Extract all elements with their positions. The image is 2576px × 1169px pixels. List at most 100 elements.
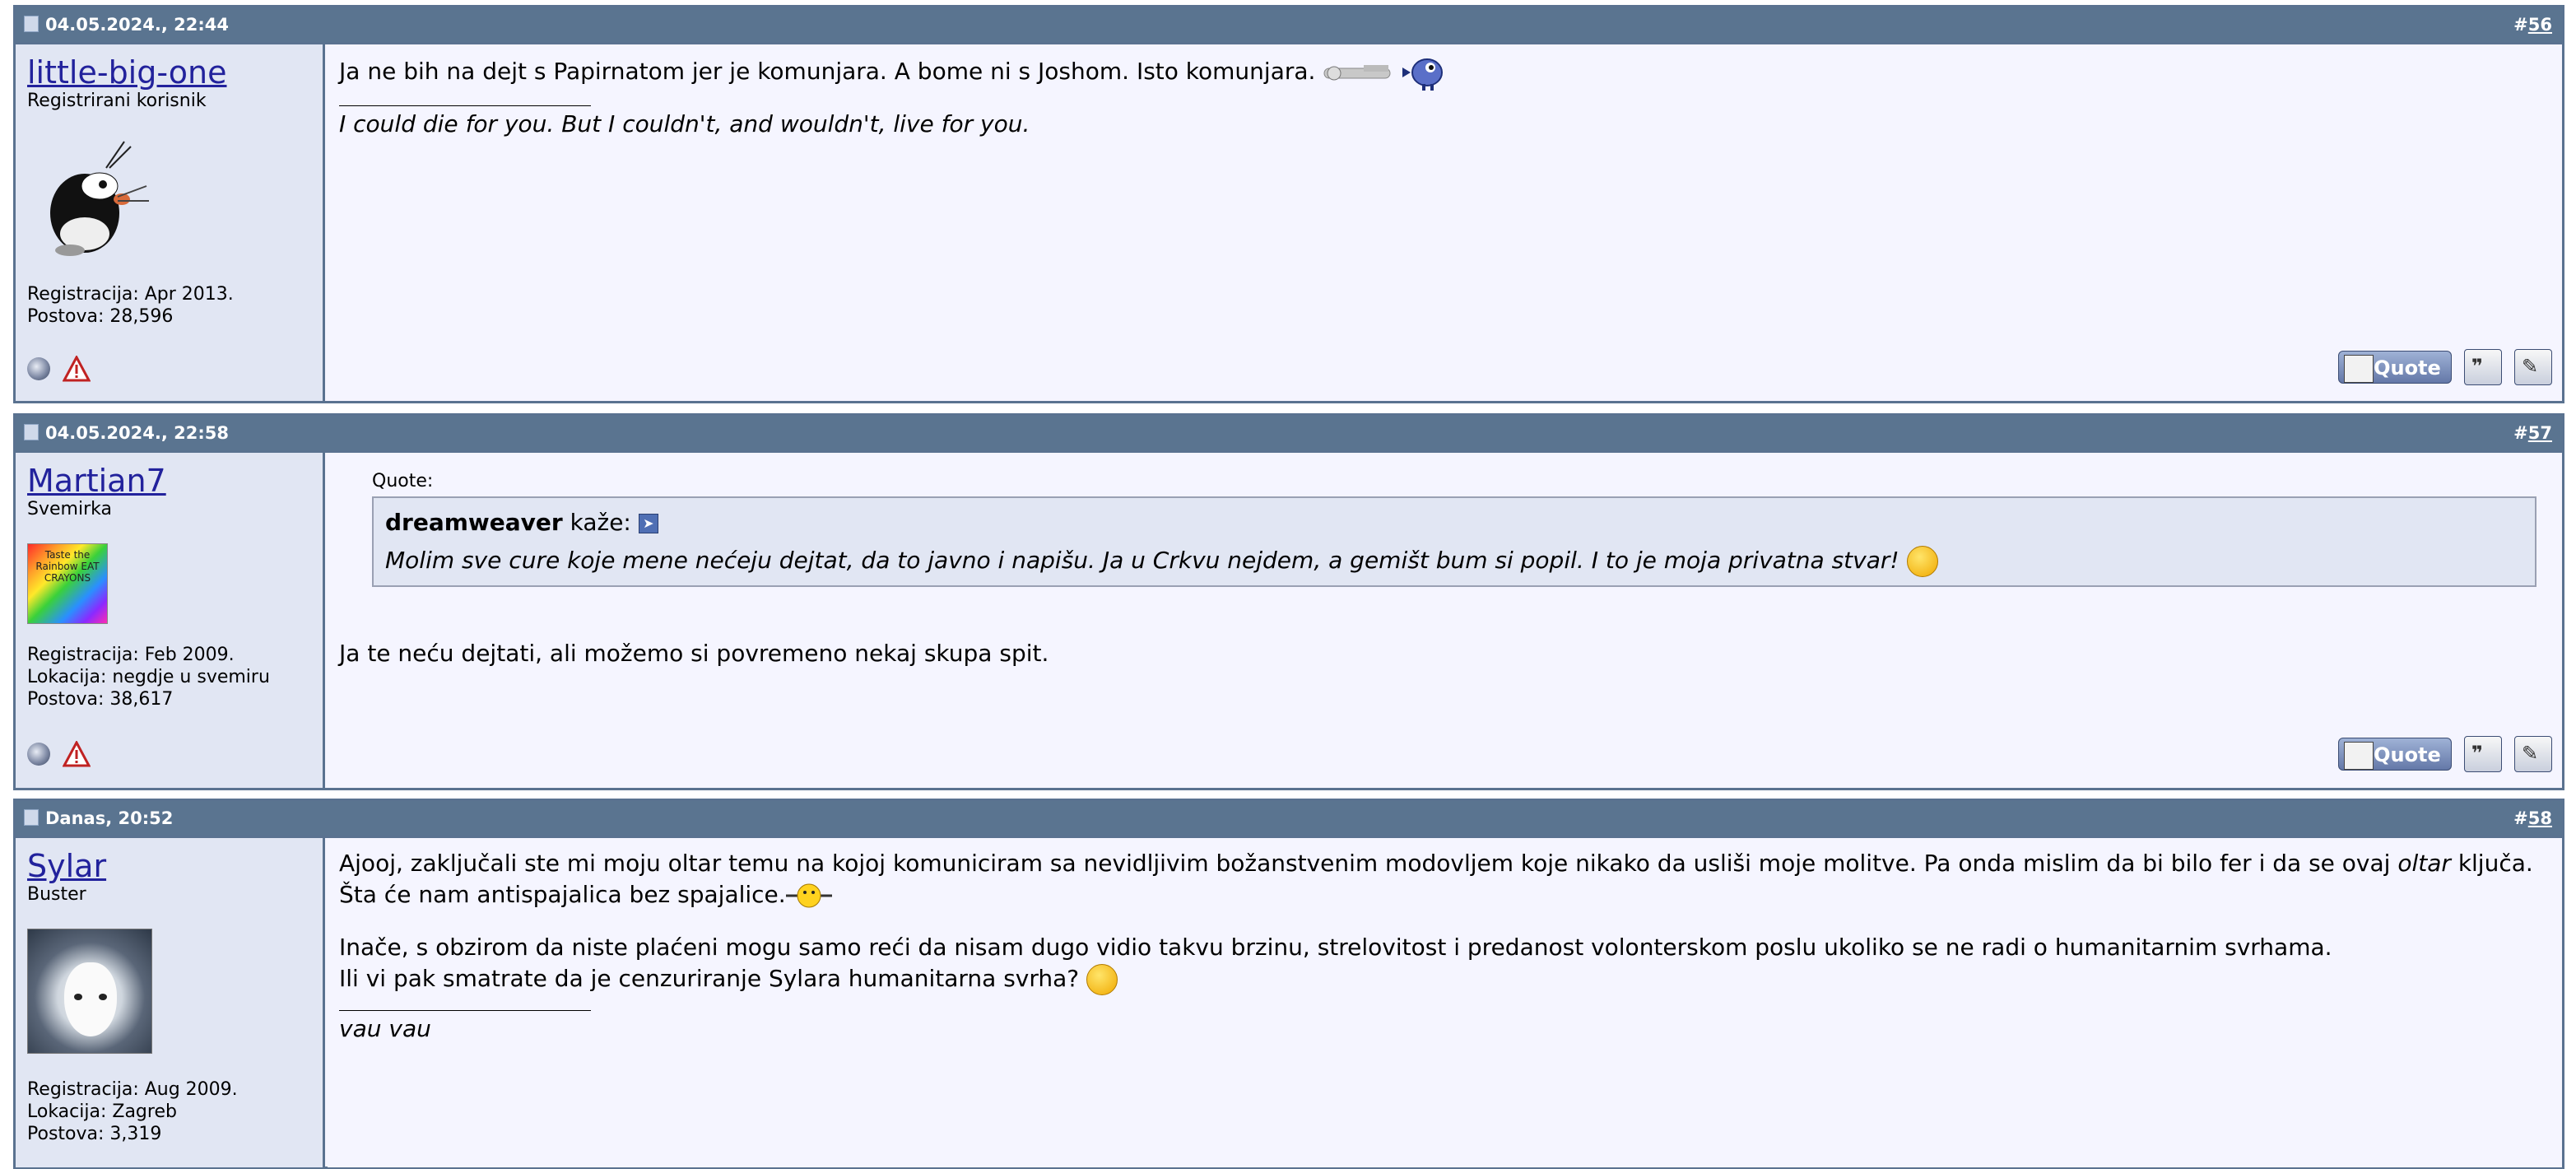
quick-reply-button[interactable]: ✎ (2514, 349, 2552, 385)
user-registration: Registracija: Feb 2009. (27, 645, 235, 665)
user-info: little-big-one Registrirani korisnik Reg… (16, 44, 325, 401)
husky-avatar (27, 929, 152, 1054)
post-number: #56 (2513, 7, 2552, 42)
post-message-line-2: Inače, s obzirom da niste plaćeni mogu s… (339, 934, 2332, 961)
user-location: Lokacija: negdje u svemiru (27, 667, 270, 687)
husky-face (64, 962, 117, 1036)
post-58: Danas, 20:52 #58 Sylar Buster Registraci… (13, 799, 2564, 1169)
post-header: Danas, 20:52 #58 (16, 801, 2562, 838)
post-icon (24, 16, 39, 32)
post-date-text: 04.05.2024., 22:44 (45, 15, 229, 35)
offline-status-icon (27, 357, 50, 380)
user-title: Registrirani korisnik (27, 91, 207, 111)
user-post-count: Postova: 3,319 (27, 1124, 162, 1144)
post-body: Quote: dreamweaver kaže: ➤ Molim sve cur… (328, 453, 2562, 788)
user-title: Svemirka (27, 499, 112, 519)
post-message: Ja te neću dejtati, ali možemo si povrem… (339, 640, 1049, 667)
view-post-arrow-icon[interactable]: ➤ (638, 514, 658, 533)
username-link[interactable]: Martian7 (27, 463, 311, 499)
post-icon (24, 424, 39, 440)
quote-author-line: dreamweaver kaže: ➤ (385, 506, 2523, 539)
quote-button-label: Quote (2374, 356, 2441, 380)
quote-author: dreamweaver (385, 509, 563, 536)
quote-text-content: Molim sve cure koje mene nećeju dejtat, … (385, 547, 1899, 574)
quote-button[interactable]: Quote (2337, 738, 2452, 771)
post-header: 04.05.2024., 22:58 #57 (16, 416, 2562, 453)
post-actions: Quote ❞ ✎ (2337, 736, 2552, 772)
quote-marks-icon: ❞ (2471, 742, 2483, 765)
yellow-blob-smiley-icon (1086, 964, 1118, 995)
signature-divider (339, 105, 591, 106)
post-message-text-3: Ili vi pak smatrate da je cenzuriranje S… (339, 965, 1080, 992)
report-post-icon[interactable] (63, 741, 91, 767)
quick-reply-button[interactable]: ✎ (2514, 736, 2552, 772)
post-number: #57 (2513, 416, 2552, 450)
post-message: Ja ne bih na dejt s Papirnatom jer je ko… (339, 54, 2550, 91)
post-actions: Quote ❞ ✎ (2337, 349, 2552, 385)
user-icons (27, 356, 91, 382)
post-date: 04.05.2024., 22:58 (24, 416, 229, 450)
quote-label: Quote: (372, 471, 434, 491)
post-56: 04.05.2024., 22:44 #56 little-big-one Re… (13, 5, 2564, 403)
post-number: #58 (2513, 801, 2552, 836)
user-post-count: Postova: 38,617 (27, 689, 174, 710)
avatar-caption: Taste the Rainbow EAT CRAYONS (35, 549, 100, 584)
pencil-icon (2343, 355, 2374, 383)
post-icon (24, 809, 39, 826)
pencil-icon (2343, 742, 2374, 770)
post-message-line-3: Ili vi pak smatrate da je cenzuriranje S… (339, 963, 2550, 995)
post-date: 04.05.2024., 22:44 (24, 7, 229, 42)
edit-icon: ✎ (2522, 355, 2539, 378)
post-date-text: 04.05.2024., 22:58 (45, 423, 229, 443)
post-number-link[interactable]: 58 (2528, 808, 2552, 828)
post-body: Ja ne bih na dejt s Papirnatom jer je ko… (328, 44, 2562, 401)
quote-says: kaže: (570, 509, 631, 536)
user-registration: Registracija: Apr 2013. (27, 284, 234, 305)
user-post-count: Postova: 28,596 (27, 306, 174, 327)
post-body: Ajooj, zaključali ste mi moju oltar temu… (328, 838, 2562, 1167)
post-message-italic: oltar (2397, 850, 2451, 877)
quote-button-label: Quote (2374, 743, 2441, 766)
username-link[interactable]: little-big-one (27, 54, 311, 91)
user-stats: Registracija: Aug 2009. Lokacija: Zagreb… (27, 1078, 238, 1145)
user-info: Martian7 Svemirka Taste the Rainbow EAT … (16, 453, 325, 788)
post-signature: I could die for you. But I couldn't, and… (339, 110, 1030, 137)
multi-quote-button[interactable]: ❞ (2463, 349, 2502, 385)
multi-quote-button[interactable]: ❞ (2463, 736, 2502, 772)
mole-avatar (50, 141, 149, 256)
username-link[interactable]: Sylar (27, 848, 311, 884)
report-post-icon[interactable] (63, 356, 91, 382)
offline-status-icon (27, 743, 50, 766)
post-signature: vau vau (339, 1015, 431, 1042)
husky-eye (74, 994, 82, 1000)
post-date: Danas, 20:52 (24, 801, 173, 836)
user-stats: Registracija: Apr 2013. Postova: 28,596 (27, 283, 234, 328)
user-title: Buster (27, 884, 86, 905)
post-number-prefix: # (2513, 423, 2528, 443)
post-message-text: Ajooj, zaključali ste mi moju oltar temu… (339, 850, 2391, 877)
post-number-prefix: # (2513, 15, 2528, 35)
post-message-text: Ja ne bih na dejt s Papirnatom jer je ko… (339, 58, 1316, 85)
quote-marks-icon: ❞ (2471, 355, 2483, 378)
user-registration: Registracija: Aug 2009. (27, 1079, 238, 1100)
husky-eye (99, 994, 107, 1000)
crossed-wrench-smiley-icon (1323, 65, 1391, 81)
post-number-link[interactable]: 57 (2528, 423, 2552, 443)
post-header: 04.05.2024., 22:44 #56 (16, 7, 2562, 44)
user-icons (27, 741, 91, 767)
user-stats: Registracija: Feb 2009. Lokacija: negdje… (27, 644, 270, 710)
signature-divider (339, 1010, 591, 1011)
post-number-link[interactable]: 56 (2528, 15, 2552, 35)
quote-box: dreamweaver kaže: ➤ Molim sve cure koje … (372, 496, 2536, 587)
rainbow-avatar: Taste the Rainbow EAT CRAYONS (27, 543, 108, 624)
sawing-smiley-icon (785, 883, 832, 908)
post-message: Ajooj, zaključali ste mi moju oltar temu… (339, 848, 2550, 911)
quote-button[interactable]: Quote (2337, 351, 2452, 384)
post-date-text: Danas, 20:52 (45, 808, 174, 828)
post-number-prefix: # (2513, 808, 2528, 828)
user-info: Sylar Buster Registracija: Aug 2009. Lok… (16, 838, 325, 1167)
laughing-smiley-icon (1906, 546, 1938, 577)
post-57: 04.05.2024., 22:58 #57 Martian7 Svemirka… (13, 413, 2564, 790)
edit-icon: ✎ (2522, 742, 2539, 765)
quote-text: Molim sve cure koje mene nećeju dejtat, … (385, 544, 2523, 577)
